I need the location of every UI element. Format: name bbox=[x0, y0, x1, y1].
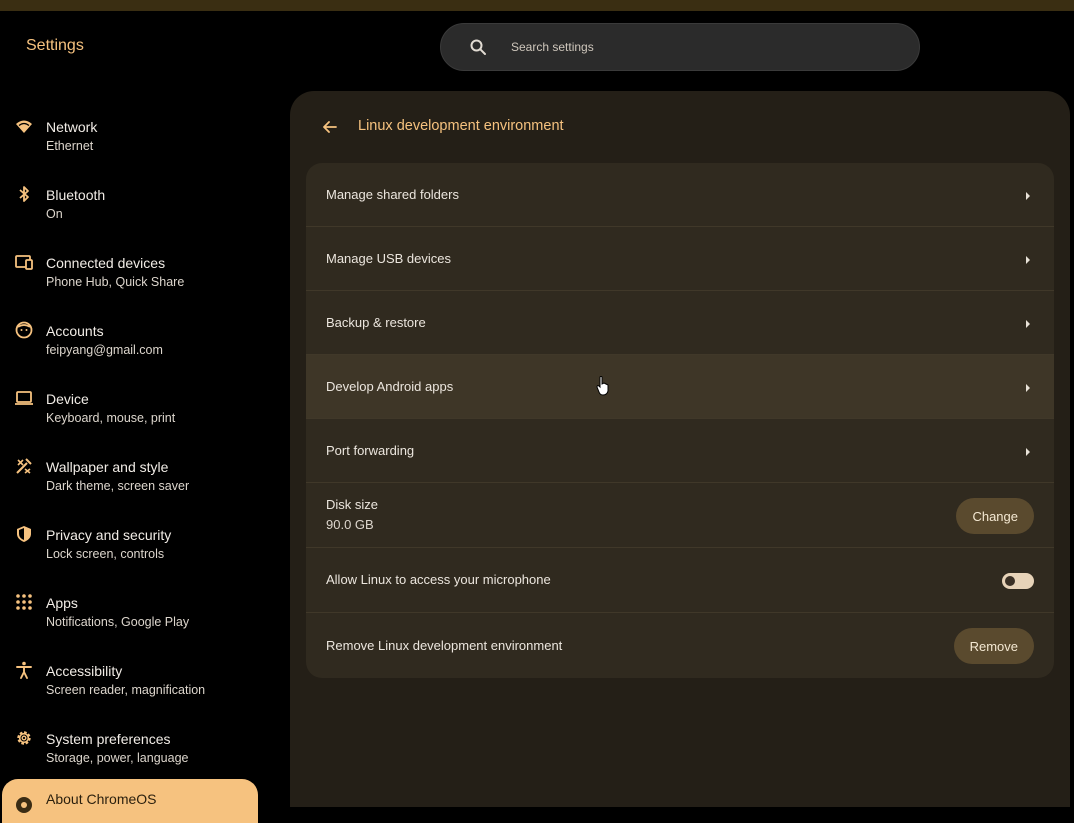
wifi-icon bbox=[14, 116, 34, 136]
sidebar-item-subtitle: feipyang@gmail.com bbox=[46, 343, 163, 357]
sidebar-item-title: Network bbox=[46, 119, 98, 135]
page-title: Linux development environment bbox=[358, 118, 564, 134]
manage-shared-folders-row[interactable]: Manage shared folders bbox=[306, 163, 1054, 227]
sidebar-item-connected-devices[interactable]: Connected devices Phone Hub, Quick Share bbox=[0, 240, 270, 300]
remove-linux-row: Remove Linux development environment Rem… bbox=[306, 613, 1054, 678]
disk-size-row: Disk size 90.0 GB Change bbox=[306, 483, 1054, 548]
sidebar-item-bluetooth[interactable]: Bluetooth On bbox=[0, 172, 270, 232]
sidebar-item-subtitle: Notifications, Google Play bbox=[46, 615, 190, 629]
remove-linux-label: Remove Linux development environment bbox=[326, 638, 563, 653]
sidebar-item-title: Apps bbox=[46, 595, 78, 611]
chevron-right-icon bbox=[1024, 189, 1032, 201]
apps-grid-icon bbox=[14, 592, 34, 612]
search-bar[interactable] bbox=[440, 23, 920, 71]
sidebar-item-subtitle: Lock screen, controls bbox=[46, 547, 165, 561]
mouse-pointer-icon bbox=[596, 376, 610, 396]
sidebar-item-subtitle: Keyboard, mouse, print bbox=[46, 411, 176, 425]
sidebar-item-network[interactable]: Network Ethernet bbox=[0, 104, 270, 164]
sidebar-item-subtitle: Ethernet bbox=[46, 139, 94, 153]
sidebar-item-title: Connected devices bbox=[46, 255, 166, 271]
backup-restore-row[interactable]: Backup & restore bbox=[306, 291, 1054, 355]
row-label: Port forwarding bbox=[326, 443, 415, 458]
laptop-icon bbox=[14, 388, 34, 408]
sidebar-item-title: Wallpaper and style bbox=[46, 459, 169, 475]
search-icon bbox=[469, 38, 487, 56]
accessibility-icon bbox=[14, 660, 34, 680]
row-label: Develop Android apps bbox=[326, 379, 454, 394]
remove-linux-button[interactable]: Remove bbox=[953, 628, 1034, 664]
app-title: Settings bbox=[26, 37, 84, 54]
sidebar-item-title: System preferences bbox=[46, 731, 171, 747]
devices-icon bbox=[14, 252, 34, 272]
port-forwarding-row[interactable]: Port forwarding bbox=[306, 419, 1054, 483]
chevron-right-icon bbox=[1024, 381, 1032, 393]
sidebar-item-title: Accessibility bbox=[46, 663, 123, 679]
disk-size-value: 90.0 GB bbox=[326, 517, 374, 532]
shield-icon bbox=[14, 524, 34, 544]
microphone-toggle[interactable] bbox=[1002, 573, 1034, 589]
row-label: Backup & restore bbox=[326, 315, 426, 330]
sidebar-item-apps[interactable]: Apps Notifications, Google Play bbox=[0, 580, 270, 640]
window-top-bar bbox=[0, 0, 1074, 11]
main-panel: Linux development environment Manage sha… bbox=[290, 91, 1070, 807]
toggle-knob bbox=[1005, 576, 1015, 586]
sidebar-item-accessibility[interactable]: Accessibility Screen reader, magnificati… bbox=[0, 648, 270, 708]
sidebar-item-subtitle: Screen reader, magnification bbox=[46, 683, 206, 697]
account-icon bbox=[14, 320, 34, 340]
chromeos-icon bbox=[14, 795, 34, 815]
sidebar-item-subtitle: On bbox=[46, 207, 63, 221]
sidebar-item-subtitle: Phone Hub, Quick Share bbox=[46, 275, 185, 289]
sidebar-item-title: Accounts bbox=[46, 323, 104, 339]
sidebar-item-accounts[interactable]: Accounts feipyang@gmail.com bbox=[0, 308, 270, 368]
back-arrow-icon[interactable] bbox=[320, 117, 340, 137]
row-label: Manage USB devices bbox=[326, 251, 452, 266]
sidebar-item-title: Device bbox=[46, 391, 89, 407]
gear-icon bbox=[14, 728, 34, 748]
manage-usb-devices-row[interactable]: Manage USB devices bbox=[306, 227, 1054, 291]
sidebar-item-privacy[interactable]: Privacy and security Lock screen, contro… bbox=[0, 512, 270, 572]
sidebar-item-system-preferences[interactable]: System preferences Storage, power, langu… bbox=[0, 716, 270, 776]
bluetooth-icon bbox=[14, 184, 34, 204]
chevron-right-icon bbox=[1024, 253, 1032, 265]
settings-card: Manage shared folders Manage USB devices… bbox=[306, 163, 1054, 678]
sidebar-item-device[interactable]: Device Keyboard, mouse, print bbox=[0, 376, 270, 436]
row-label: Manage shared folders bbox=[326, 187, 459, 202]
chevron-right-icon bbox=[1024, 317, 1032, 329]
sidebar-item-subtitle: Storage, power, language bbox=[46, 751, 189, 765]
sidebar-item-about-chromeos[interactable]: About ChromeOS bbox=[2, 779, 258, 823]
sidebar-item-title: About ChromeOS bbox=[46, 791, 157, 807]
develop-android-apps-row[interactable]: Develop Android apps bbox=[306, 355, 1054, 419]
change-disk-size-button[interactable]: Change bbox=[956, 498, 1034, 534]
palette-icon bbox=[14, 456, 34, 476]
sidebar-item-wallpaper[interactable]: Wallpaper and style Dark theme, screen s… bbox=[0, 444, 270, 504]
chevron-right-icon bbox=[1024, 445, 1032, 457]
sidebar-item-subtitle: Dark theme, screen saver bbox=[46, 479, 190, 493]
sidebar-item-title: Privacy and security bbox=[46, 527, 172, 543]
search-input[interactable] bbox=[511, 36, 891, 58]
sidebar-item-title: Bluetooth bbox=[46, 187, 106, 203]
microphone-row[interactable]: Allow Linux to access your microphone bbox=[306, 548, 1054, 613]
sidebar: Network Ethernet Bluetooth On Connected … bbox=[0, 96, 270, 823]
microphone-label: Allow Linux to access your microphone bbox=[326, 572, 551, 587]
disk-size-label: Disk size bbox=[326, 497, 379, 512]
